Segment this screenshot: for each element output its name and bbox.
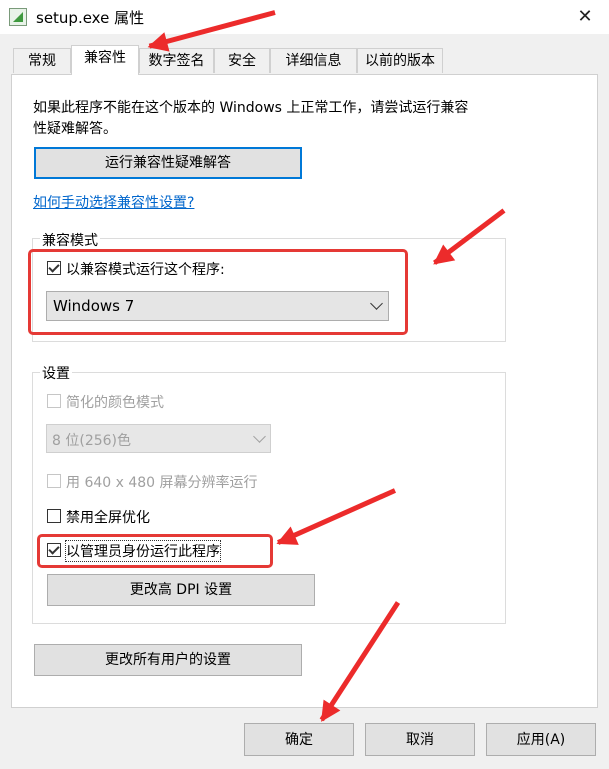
tab-security[interactable]: 安全 — [214, 48, 270, 73]
reduced-color-checkbox[interactable] — [47, 394, 61, 408]
annotation-box-run-as-admin — [37, 534, 273, 568]
disable-fullscreen-label: 禁用全屏优化 — [66, 510, 150, 526]
compat-mode-group-label: 兼容模式 — [40, 230, 100, 250]
tab-previous-versions[interactable]: 以前的版本 — [357, 48, 443, 73]
tab-compatibility[interactable]: 兼容性 — [71, 45, 139, 75]
setup-app-icon — [9, 8, 27, 26]
cancel-button[interactable]: 取消 — [365, 723, 475, 756]
manual-compat-settings-link[interactable]: 如何手动选择兼容性设置? — [33, 192, 194, 212]
intro-text-line2: 性疑难解答。 — [33, 121, 117, 137]
change-dpi-button[interactable]: 更改高 DPI 设置 — [47, 574, 315, 606]
ok-button[interactable]: 确定 — [244, 723, 354, 756]
resolution-640-label: 用 640 x 480 屏幕分辨率运行 — [66, 475, 258, 491]
settings-group-label: 设置 — [40, 363, 72, 383]
apply-button[interactable]: 应用(A) — [486, 723, 596, 756]
close-icon[interactable]: ✕ — [570, 2, 600, 32]
intro-text-line1: 如果此程序不能在这个版本的 Windows 上正常工作，请尝试运行兼容 — [33, 100, 469, 116]
color-depth-value: 8 位(256)色 — [52, 433, 132, 449]
change-all-users-button[interactable]: 更改所有用户的设置 — [34, 644, 302, 676]
tab-general[interactable]: 常规 — [13, 48, 71, 73]
reduced-color-label: 简化的颜色模式 — [66, 395, 164, 411]
tab-details[interactable]: 详细信息 — [270, 48, 357, 73]
disable-fullscreen-checkbox[interactable] — [47, 509, 61, 523]
window-title: setup.exe 属性 — [36, 9, 145, 27]
run-troubleshooter-button[interactable]: 运行兼容性疑难解答 — [34, 147, 302, 179]
resolution-640-checkbox[interactable] — [47, 474, 61, 488]
annotation-box-compat-mode — [28, 249, 408, 335]
